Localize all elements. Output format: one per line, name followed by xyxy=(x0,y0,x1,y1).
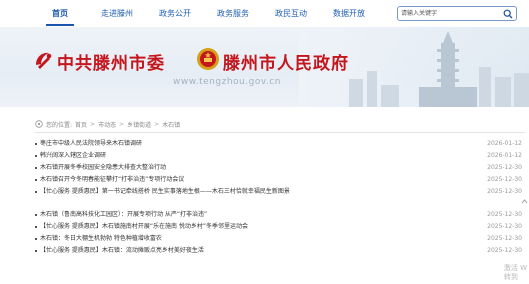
breadcrumb-towns[interactable]: 乡镇街道 xyxy=(127,120,151,129)
news-date: 2026-01-12 xyxy=(487,152,522,159)
news-title-link[interactable]: 木石镇召开今冬明春能征攀打“打非治违”专项行动会议 xyxy=(40,174,184,186)
breadcrumb-city-news[interactable]: 市动态 xyxy=(98,120,116,129)
breadcrumb-separator: > xyxy=(90,120,96,128)
list-item: 木石镇（鲁南高科技化工园区）：开展专项行动 从严“打非治违” 2025-12-3… xyxy=(35,209,525,221)
news-title-link[interactable]: 木石镇开展冬季校园安全隐患大排查大整治行动 xyxy=(40,162,166,174)
state-emblem-icon xyxy=(197,48,219,70)
news-list: 枣庄市中级人民法院领导来木石镇调研 2026-01-12 韩兴阔深入辖区企业调研… xyxy=(35,138,525,257)
news-title-link[interactable]: 韩兴阔深入辖区企业调研 xyxy=(40,150,106,162)
header-banner: 中共滕州市委 滕州市人民政府 www.tengzhou.gov.cn xyxy=(0,27,529,107)
news-date: 2025-12-30 xyxy=(487,176,522,183)
list-group-gap xyxy=(35,198,525,209)
breadcrumb-separator: > xyxy=(119,120,125,128)
bullet xyxy=(35,167,37,169)
news-title-link[interactable]: 木石镇（鲁南高科技化工园区）：开展专项行动 从严“打非治违” xyxy=(40,209,207,221)
bullet xyxy=(35,238,37,240)
party-committee-title: 中共滕州市委 xyxy=(57,54,165,74)
nav-item-interaction[interactable]: 政民互动 xyxy=(275,0,307,27)
list-item: 木石镇召开今冬明春能征攀打“打非治违”专项行动会议 2025-12-30 xyxy=(35,174,525,186)
list-item: 【忙心服务 提质惠民】木石镇施南村开展“乐在施南 悦动乡村”冬季邻里运动会 20… xyxy=(35,221,525,233)
nav-item-gov-service[interactable]: 政务服务 xyxy=(217,0,249,27)
news-date: 2025-12-30 xyxy=(487,164,522,171)
news-title-link[interactable]: 木石镇：冬日大棚生机勃勃 特色种植增收富农 xyxy=(40,233,162,245)
list-item: 【忙心服务 提质惠民】木石镇：流动摊贩点亮乡村美好夜生活 2025-12-30 xyxy=(35,245,525,257)
government-title: 滕州市人民政府 xyxy=(223,54,349,74)
news-date: 2025-12-30 xyxy=(487,235,522,242)
divider xyxy=(35,132,525,133)
news-title-link[interactable]: 【忙心服务 提质惠民】木石镇：流动摊贩点亮乡村美好夜生活 xyxy=(40,245,204,257)
bullet xyxy=(35,155,37,157)
search-box xyxy=(397,6,517,21)
list-item: 韩兴阔深入辖区企业调研 2026-01-12 xyxy=(35,150,525,162)
activation-watermark: 激活 W 转到 xyxy=(504,264,527,282)
location-home-icon xyxy=(35,120,43,128)
bullet xyxy=(35,226,37,228)
watermark-line-1: 激活 W xyxy=(503,264,527,272)
news-title-link[interactable]: 【忙心服务 提质惠民】木石镇施南村开展“乐在施南 悦动乡村”冬季邻里运动会 xyxy=(40,221,248,233)
list-item: 木石镇开展冬季校园安全隐患大排查大整治行动 2025-12-30 xyxy=(35,162,525,174)
bullet xyxy=(35,191,37,193)
bullet xyxy=(35,214,37,216)
news-title-link[interactable]: 【忙心服务 提质惠民】第一书记牵线搭桥 民生实事落地生根——木石三村恰就幸福民生… xyxy=(40,186,290,198)
top-nav: 首页 走进滕州 政务公开 政务服务 政民互动 数据开放 xyxy=(0,0,529,27)
search-icon[interactable] xyxy=(503,9,513,19)
city-skyline-image xyxy=(349,31,529,107)
breadcrumb-separator: > xyxy=(154,120,160,128)
news-date: 2025-12-30 xyxy=(487,247,522,254)
breadcrumb-mushi-town[interactable]: 木石镇 xyxy=(162,120,180,129)
list-item: 木石镇：冬日大棚生机勃勃 特色种植增收富农 2025-12-30 xyxy=(35,233,525,245)
bullet xyxy=(35,179,37,181)
list-item: 枣庄市中级人民法院领导来木石镇调研 2026-01-12 xyxy=(35,138,525,150)
watermark-line-2: 转到 xyxy=(503,273,518,281)
site-url: www.tengzhou.gov.cn xyxy=(173,77,281,87)
bullet xyxy=(35,143,37,145)
nav-item-about[interactable]: 走进滕州 xyxy=(101,0,133,27)
news-date: 2025-12-30 xyxy=(487,223,522,230)
nav-item-home[interactable]: 首页 xyxy=(46,0,74,27)
news-title-link[interactable]: 枣庄市中级人民法院领导来木石镇调研 xyxy=(40,138,142,150)
bullet xyxy=(35,250,37,252)
chevron-up-icon[interactable] xyxy=(521,198,528,205)
list-item: 【忙心服务 提质惠民】第一书记牵线搭桥 民生实事落地生根——木石三村恰就幸福民生… xyxy=(35,186,525,198)
news-date: 2025-12-30 xyxy=(487,188,522,195)
breadcrumb-home[interactable]: 首页 xyxy=(75,120,87,129)
nav-item-gov-open[interactable]: 政务公开 xyxy=(159,0,191,27)
breadcrumb-label: 您的位置: xyxy=(46,121,73,129)
news-date: 2026-01-12 xyxy=(487,140,522,147)
breadcrumb: 您的位置: 首页 > 市动态 > 乡镇街道 > 木石镇 xyxy=(35,118,180,130)
nav-item-open-data[interactable]: 数据开放 xyxy=(333,0,365,27)
party-emblem-icon xyxy=(36,52,52,69)
search-input[interactable] xyxy=(401,8,499,19)
news-date: 2025-12-30 xyxy=(487,211,522,218)
